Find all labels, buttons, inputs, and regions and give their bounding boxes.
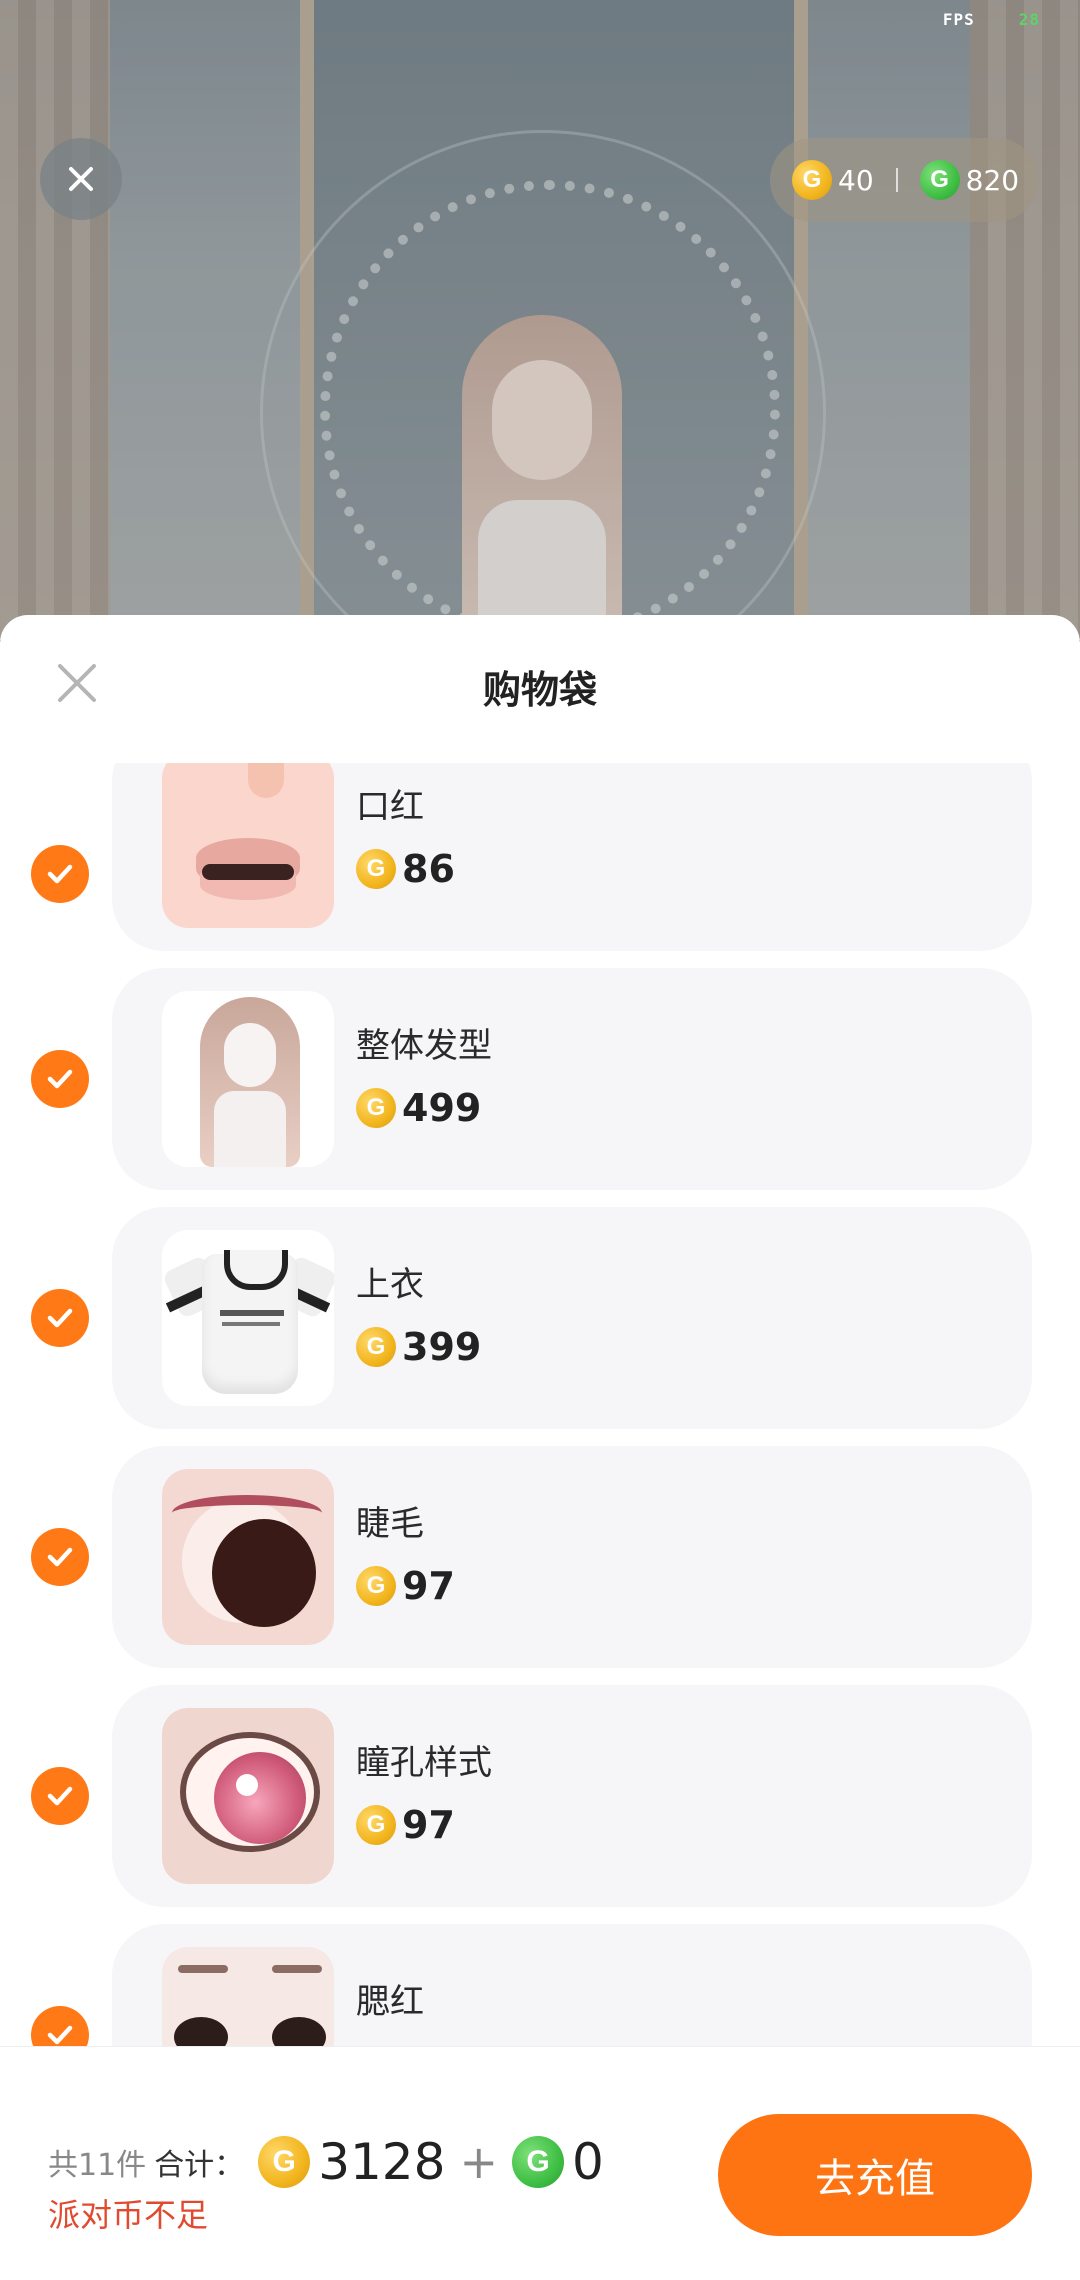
item-checkbox[interactable] [31,1528,89,1586]
price-value: 97 [402,1564,455,1608]
list-item[interactable]: 整体发型 G 499 [0,968,1080,1190]
item-count: 共11件 [48,2148,147,2183]
green-balance: 820 [965,163,1020,197]
price-value: 97 [402,1803,455,1847]
lipstick-thumbnail [162,763,334,928]
scene-dim-overlay [0,0,1080,640]
gold-coin-icon: G [356,1088,396,1128]
item-card[interactable]: 腮红 [112,1924,1032,2058]
fps-label: FPS [942,10,975,29]
item-price: G 86 [356,847,455,891]
gold-coin-icon: G [356,1327,396,1367]
price-value: 86 [402,847,455,891]
item-card[interactable]: 上衣 G 399 [112,1207,1032,1429]
gold-coin-icon: G [792,160,832,200]
list-item[interactable]: 上衣 G 399 [0,1207,1080,1429]
recharge-button[interactable]: 去充值 [718,2114,1032,2236]
sheet-header: 购物袋 [0,615,1080,755]
checkmark-icon [47,1547,73,1567]
total-label: 合计： [154,2148,245,2183]
item-checkbox[interactable] [31,1050,89,1108]
plus-sign: + [459,2135,498,2189]
gold-coin-icon: G [356,849,396,889]
top-shirt-thumbnail [162,1230,334,1406]
price-value: 399 [402,1325,482,1369]
hairstyle-thumbnail [162,991,334,1167]
item-checkbox[interactable] [31,845,89,903]
item-checkbox[interactable] [31,1289,89,1347]
total-gold-value: 3128 [318,2133,446,2191]
item-card[interactable]: 口红 G 86 [112,763,1032,951]
item-name: 瞳孔样式 [356,1743,492,1783]
avatar-scene [0,0,1080,640]
list-item[interactable]: 口红 G 86 [0,763,1080,951]
item-price: G 499 [356,1086,481,1130]
checkmark-icon [47,1308,73,1328]
close-icon [69,167,93,191]
pupil-style-thumbnail [162,1708,334,1884]
item-name: 口红 [356,787,424,827]
item-card[interactable]: 睫毛 G 97 [112,1446,1032,1668]
checkmark-icon [47,1786,73,1806]
item-name: 睫毛 [356,1504,424,1544]
cart-item-list[interactable]: 口红 G 86 整体发型 G 499 上衣 G 399 睫毛 G 97 瞳孔样式… [0,763,1080,2058]
gold-coin-icon: G [258,2136,311,2188]
checkmark-icon [47,864,73,884]
price-value: 499 [402,1086,482,1130]
checkout-footer: 共11件 合计： G 3128 + G 0 派对币不足 去充值 [0,2046,1080,2280]
checkmark-icon [47,1069,73,1089]
item-price: G 399 [356,1325,481,1369]
scene-close-button[interactable] [40,138,122,220]
eyelash-thumbnail [162,1469,334,1645]
total-green-value: 0 [571,2133,604,2191]
divider [895,168,898,192]
green-coin-icon: G [919,160,960,200]
fps-counter: FPS 28 [943,10,1040,29]
item-name: 整体发型 [356,1026,492,1066]
green-coin-icon: G [511,2136,564,2188]
insufficient-balance-warning: 派对币不足 [48,2196,209,2234]
item-card[interactable]: 整体发型 G 499 [112,968,1032,1190]
shopping-bag-sheet: 购物袋 口红 G 86 整体发型 G 499 上衣 G 399 睫毛 G 97 … [0,615,1080,2280]
item-price: G 97 [356,1564,455,1608]
gold-balance: 40 [838,163,874,197]
currency-balance[interactable]: G 40 G 820 [770,138,1038,222]
gold-coin-icon: G [356,1805,396,1845]
list-item[interactable]: 腮红 [0,1924,1080,2058]
gold-coin-icon: G [356,1566,396,1606]
list-item[interactable]: 睫毛 G 97 [0,1446,1080,1668]
item-checkbox[interactable] [31,1767,89,1825]
item-name: 上衣 [356,1265,424,1305]
total-summary: 共11件 合计： G 3128 + G 0 [48,2133,604,2191]
sheet-title: 购物袋 [482,668,597,712]
total-amount: G 3128 + G 0 [258,2133,604,2191]
item-name: 腮红 [356,1982,424,2022]
blush-thumbnail [162,1947,334,2058]
list-item[interactable]: 瞳孔样式 G 97 [0,1685,1080,1907]
fps-value: 28 [1018,10,1040,29]
item-price: G 97 [356,1803,455,1847]
item-card[interactable]: 瞳孔样式 G 97 [112,1685,1032,1907]
